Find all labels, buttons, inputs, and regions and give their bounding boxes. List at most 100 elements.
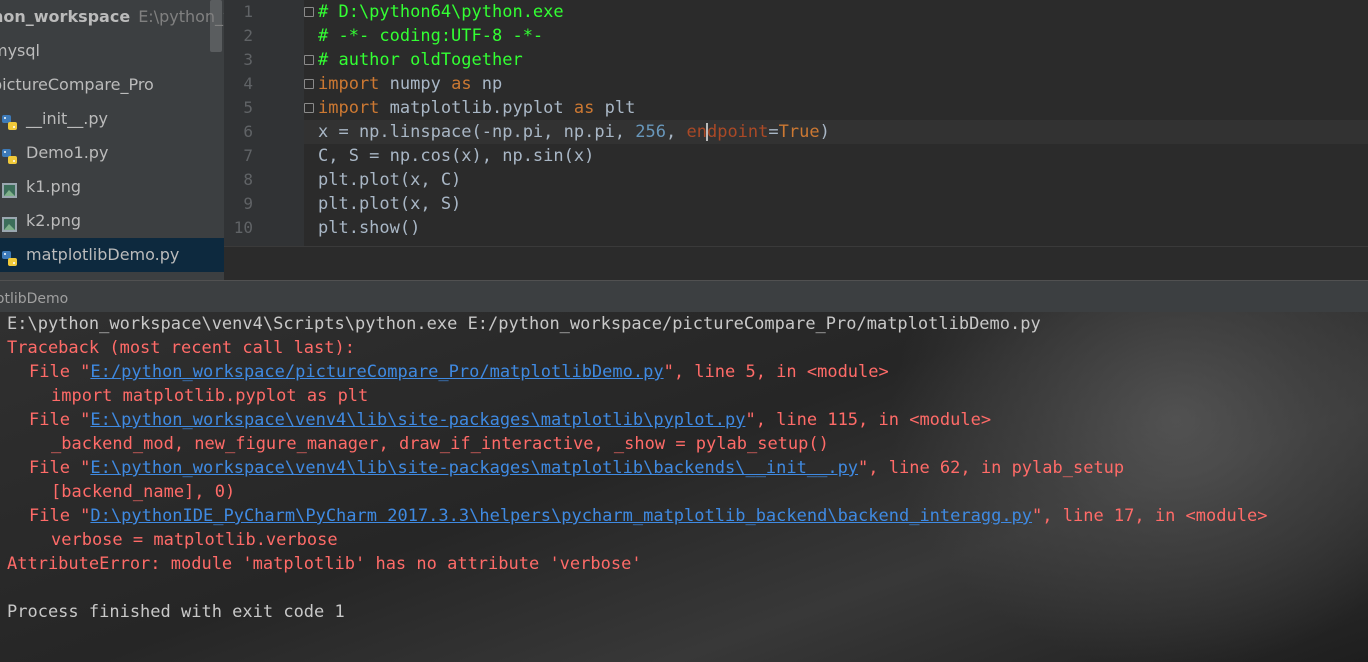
project-tree: hon_workspace E:\python_w mysql pictureCo…: [0, 0, 224, 280]
error-message: AttributeError: module 'matplotlib' has …: [7, 554, 642, 574]
editor-bottom-area: [224, 246, 1368, 281]
code-keyword: as: [451, 74, 472, 94]
tree-item-label: pictureCompare_Pro: [0, 75, 154, 94]
tree-item-root-path: E:\python_w: [138, 7, 224, 26]
code-line: import matplotlib.pyplot as plt: [318, 96, 635, 120]
frame-suffix: ", line 115, in <module>: [745, 410, 992, 430]
traceback-file-link[interactable]: E:\python_workspace\venv4\lib\site-packa…: [90, 458, 858, 478]
traceback-code: [backend_name], 0): [51, 482, 236, 502]
tree-item-root-label: hon_workspace: [0, 7, 131, 26]
tree-item-mysql[interactable]: mysql: [0, 34, 224, 68]
image-file-icon: [0, 212, 20, 232]
code-text: matplotlib.pyplot: [379, 98, 574, 118]
code-keyword: import: [318, 74, 380, 94]
fold-marker-icon[interactable]: [304, 103, 314, 113]
frame-prefix: File ": [29, 506, 91, 526]
code-editor[interactable]: # D:\python64\python.exe # -*- coding:UT…: [304, 0, 1368, 246]
code-text: ,: [666, 122, 687, 142]
editor-gutter: 1 2 3 4 5 6 7 8 9 10: [224, 0, 304, 246]
fold-marker-icon[interactable]: [304, 79, 314, 89]
traceback-file-link[interactable]: D:\pythonIDE_PyCharm\PyCharm 2017.3.3\he…: [90, 506, 1032, 526]
python-file-icon: [0, 110, 20, 130]
line-number: 4: [243, 74, 253, 93]
line-number: 5: [243, 98, 253, 117]
frame-suffix: ", line 17, in <module>: [1032, 506, 1268, 526]
code-line: # D:\python64\python.exe: [318, 0, 564, 24]
frame-suffix: ", line 62, in pylab_setup: [858, 458, 1125, 478]
fold-marker-icon[interactable]: [304, 7, 314, 17]
code-line: plt.plot(x, S): [318, 192, 461, 216]
tree-item-root[interactable]: hon_workspace E:\python_w: [0, 0, 224, 34]
code-comment: # author oldTogether: [318, 50, 523, 70]
code-line: import numpy as np: [318, 72, 502, 96]
traceback-frame: File "E:\python_workspace\venv4\lib\site…: [7, 408, 991, 432]
traceback-frame: File "E:/python_workspace/pictureCompare…: [7, 360, 889, 384]
fold-marker-icon[interactable]: [304, 55, 314, 65]
tree-item-k2-png[interactable]: k2.png: [0, 204, 224, 238]
frame-prefix: File ": [29, 362, 91, 382]
tree-item-label: Demo1.py: [26, 143, 109, 162]
traceback-code: _backend_mod, new_figure_manager, draw_i…: [51, 434, 829, 454]
code-keyword: as: [573, 98, 595, 118]
exit-status: Process finished with exit code 1: [7, 602, 345, 622]
code-text: plt.plot(x, S): [318, 194, 462, 214]
image-file-icon: [0, 178, 20, 198]
traceback-file-link[interactable]: E:\python_workspace\venv4\lib\site-packa…: [90, 410, 745, 430]
tree-item-demo1-py[interactable]: Demo1.py: [0, 136, 224, 170]
code-comment: # D:\python64\python.exe: [318, 2, 564, 22]
tree-item-label: k1.png: [26, 177, 81, 196]
console-background-image: [888, 312, 1368, 662]
run-panel-header: lotlibDemo: [0, 280, 1368, 313]
line-number: 3: [243, 50, 253, 69]
code-text: plt.plot(x, C): [318, 170, 462, 190]
code-comment: # -*- coding:UTF-8 -*-: [318, 26, 544, 46]
frame-suffix: ", line 5, in <module>: [663, 362, 889, 382]
tree-item-matplotlibdemo-py[interactable]: matplotlibDemo.py: [0, 238, 224, 272]
tree-item-picturecompare-pro[interactable]: pictureCompare_Pro: [0, 68, 224, 102]
frame-prefix: File ": [29, 410, 91, 430]
console-command-line: E:\python_workspace\venv4\Scripts\python…: [7, 314, 1041, 334]
traceback-file-link[interactable]: E:/python_workspace/pictureCompare_Pro/m…: [90, 362, 663, 382]
line-number: 9: [243, 194, 253, 213]
code-text: plt.show(): [318, 218, 421, 238]
code-text: x = np.linspace(-np.pi, np.pi,: [318, 122, 636, 142]
code-line: # author oldTogether: [318, 48, 523, 72]
code-text: ): [819, 122, 830, 142]
code-line: # -*- coding:UTF-8 -*-: [318, 24, 543, 48]
code-param-name: dpoint: [706, 122, 769, 142]
code-text: np: [471, 74, 503, 94]
tree-item-label: mysql: [0, 41, 40, 60]
code-text: C, S = np.cos(x), np.sin(x): [318, 146, 595, 166]
line-number: 7: [243, 146, 253, 165]
traceback-code: verbose = matplotlib.verbose: [51, 530, 338, 550]
code-keyword: True: [778, 122, 820, 142]
line-number: 2: [243, 26, 253, 45]
code-line: plt.plot(x, C): [318, 168, 461, 192]
traceback-header: Traceback (most recent call last):: [7, 338, 355, 358]
code-line: C, S = np.cos(x), np.sin(x): [318, 144, 594, 168]
traceback-frame: File "E:\python_workspace\venv4\lib\site…: [7, 456, 1124, 480]
tree-item-init-py[interactable]: __init__.py: [0, 102, 224, 136]
code-line-current: x = np.linspace(-np.pi, np.pi, 256, endp…: [318, 120, 830, 144]
tree-item-label: __init__.py: [26, 109, 109, 128]
python-file-icon: [0, 246, 20, 266]
line-number: 8: [243, 170, 253, 189]
tree-item-label: matplotlibDemo.py: [26, 245, 180, 264]
python-file-icon: [0, 144, 20, 164]
code-text: numpy: [379, 74, 452, 94]
line-number: 10: [233, 218, 253, 237]
tree-item-label: k2.png: [26, 211, 81, 230]
code-param-name: en: [686, 122, 707, 142]
traceback-frame: File "D:\pythonIDE_PyCharm\PyCharm 2017.…: [7, 504, 1267, 528]
frame-prefix: File ": [29, 458, 91, 478]
code-keyword: import: [318, 98, 380, 118]
tree-item-k1-png[interactable]: k1.png: [0, 170, 224, 204]
code-number: 256: [635, 122, 666, 142]
run-console[interactable]: E:\python_workspace\venv4\Scripts\python…: [0, 312, 1368, 662]
code-line: plt.show(): [318, 216, 420, 240]
traceback-code: import matplotlib.pyplot as plt: [51, 386, 369, 406]
code-text: plt: [594, 98, 636, 118]
line-number: 6: [243, 122, 253, 141]
code-text: =: [768, 122, 779, 142]
line-number: 1: [243, 2, 253, 21]
